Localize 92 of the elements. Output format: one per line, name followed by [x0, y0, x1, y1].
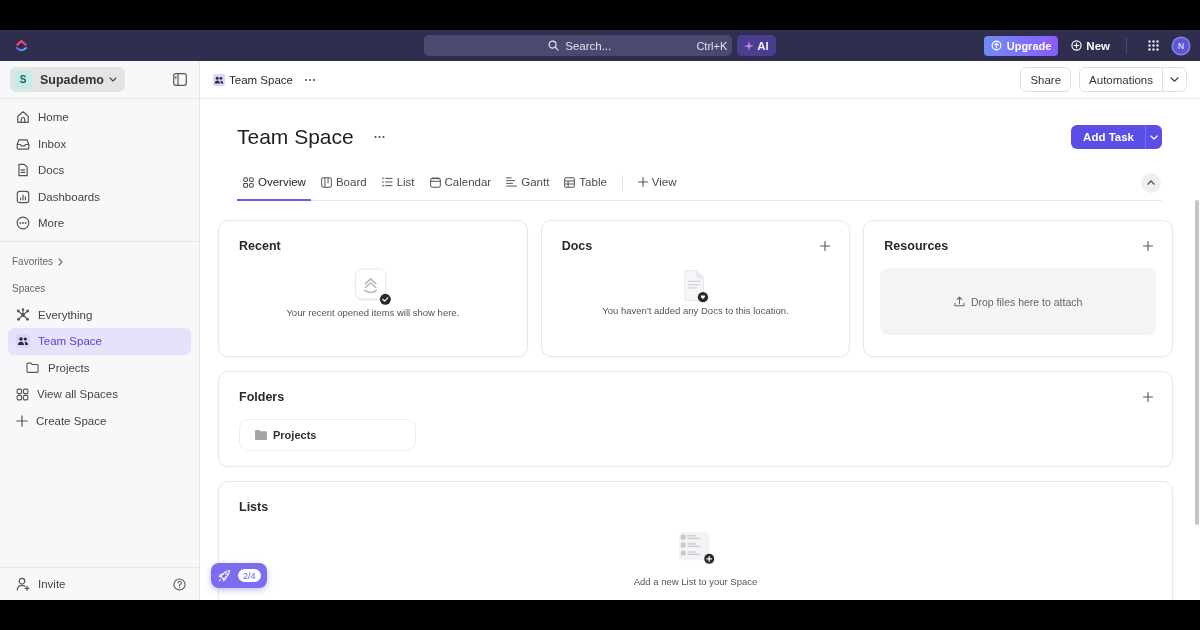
- search-icon: [548, 40, 560, 51]
- view-tab[interactable]: Gantt: [500, 165, 555, 201]
- view-tab[interactable]: Board: [314, 165, 372, 201]
- user-avatar[interactable]: N: [1173, 37, 1189, 54]
- calendar-icon: [429, 176, 441, 188]
- automations-button[interactable]: Automations: [1079, 67, 1163, 92]
- ai-button[interactable]: AI: [737, 35, 776, 56]
- rocket-icon: [218, 569, 231, 582]
- nav-item[interactable]: More: [8, 210, 191, 237]
- plus-icon[interactable]: [1143, 392, 1153, 402]
- add-view-button[interactable]: View: [631, 165, 682, 201]
- breadcrumb-link[interactable]: Team Space: [213, 73, 293, 86]
- gantt-icon: [506, 177, 518, 187]
- empty-state-text: You haven't added any Docs to this location.: [602, 305, 789, 316]
- plus-icon[interactable]: [1143, 241, 1153, 251]
- card-title: Resources: [884, 239, 949, 253]
- folder-icon: [26, 362, 39, 374]
- nav-item[interactable]: Inbox: [8, 130, 191, 157]
- help-icon[interactable]: [173, 577, 186, 591]
- upload-icon: [953, 296, 965, 307]
- four-squares-icon: [243, 176, 254, 188]
- table-icon: [564, 176, 576, 188]
- folder-icon: [255, 430, 267, 440]
- plus-circle-icon: [1071, 40, 1083, 51]
- scrollbar-thumb[interactable]: [1195, 200, 1199, 525]
- space-item[interactable]: Projects: [8, 354, 191, 381]
- nav-item[interactable]: Home: [8, 104, 191, 131]
- card-title: Folders: [239, 390, 285, 404]
- plus-icon: [637, 177, 648, 187]
- onboarding-progress-button[interactable]: 2/4: [211, 563, 267, 588]
- progress-count: 2/4: [238, 569, 261, 582]
- ellipsis-icon[interactable]: [304, 78, 315, 81]
- nav-item[interactable]: Dashboards: [8, 183, 191, 210]
- upgrade-button[interactable]: Upgrade: [983, 35, 1059, 56]
- chevron-right-icon: [58, 257, 64, 266]
- grid-dots-icon[interactable]: [1148, 40, 1159, 51]
- logo-icon[interactable]: [15, 39, 28, 52]
- house-icon: [16, 110, 30, 125]
- document-icon: [16, 163, 30, 178]
- people-icon: [213, 73, 225, 86]
- chevron-down-icon: [1170, 77, 1179, 82]
- drop-zone-text: Drop files here to attach: [970, 295, 1083, 308]
- layers-tile-icon: [353, 268, 392, 306]
- new-button[interactable]: New: [1071, 35, 1110, 56]
- sidebar-action[interactable]: Create Space: [8, 407, 191, 434]
- view-tab[interactable]: List: [375, 165, 420, 201]
- empty-state-text: Your recent opened items will show here.: [286, 307, 460, 318]
- share-button[interactable]: Share: [1020, 67, 1072, 92]
- view-tab[interactable]: Overview: [237, 165, 311, 201]
- chevron-down-icon: [108, 77, 117, 82]
- card-title: Recent: [239, 239, 281, 253]
- favorites-link[interactable]: Favorites: [0, 248, 64, 275]
- space-item[interactable]: Everything: [8, 301, 191, 328]
- bar-chart-icon: [16, 189, 30, 204]
- workspace-avatar: S: [14, 70, 32, 89]
- keyboard-shortcut: Ctrl+K: [696, 39, 728, 52]
- plus-icon[interactable]: [820, 241, 831, 251]
- document-badge-icon: [681, 268, 710, 304]
- chevron-down-icon: [1150, 134, 1158, 140]
- search-field[interactable]: Search... Ctrl+K: [424, 35, 733, 56]
- card-title: Lists: [239, 500, 269, 514]
- view-tab[interactable]: Table: [558, 165, 612, 201]
- add-task-dropdown-button[interactable]: [1145, 125, 1162, 149]
- sidebar-toggle-icon[interactable]: [173, 73, 187, 86]
- plus-icon: [16, 414, 28, 427]
- grid-icon: [16, 387, 29, 401]
- file-drop-zone[interactable]: Drop files here to attach: [880, 268, 1156, 335]
- space-item[interactable]: Team Space: [8, 328, 191, 355]
- page-title: Team Space: [237, 124, 354, 150]
- view-tab[interactable]: Calendar: [423, 165, 497, 201]
- invite-button[interactable]: Invite: [8, 570, 66, 598]
- empty-state-text: Add a new List to your Space: [633, 576, 758, 587]
- card-title: Docs: [561, 239, 593, 253]
- people-icon: [16, 334, 30, 349]
- board-icon: [320, 176, 332, 188]
- sparkle-icon: [743, 40, 755, 51]
- nav-item[interactable]: Docs: [8, 157, 191, 184]
- list-rows-icon: [676, 531, 715, 565]
- sidebar-action[interactable]: View all Spaces: [8, 381, 191, 408]
- chevron-up-icon: [1147, 180, 1155, 185]
- section-heading: Spaces: [12, 282, 46, 294]
- nodes-icon: [16, 307, 30, 322]
- person-plus-icon: [16, 577, 30, 591]
- workspace-switcher[interactable]: S Supademo: [10, 67, 125, 92]
- arrow-up-circle-icon: [990, 40, 1002, 51]
- ellipsis-circle-icon: [16, 216, 30, 231]
- add-task-button[interactable]: Add Task: [1071, 125, 1145, 149]
- folder-item[interactable]: Projects: [239, 419, 416, 451]
- collapse-button[interactable]: [1141, 172, 1161, 193]
- list-icon: [381, 177, 393, 187]
- inbox-icon: [16, 136, 30, 151]
- automations-dropdown-button[interactable]: [1163, 67, 1187, 92]
